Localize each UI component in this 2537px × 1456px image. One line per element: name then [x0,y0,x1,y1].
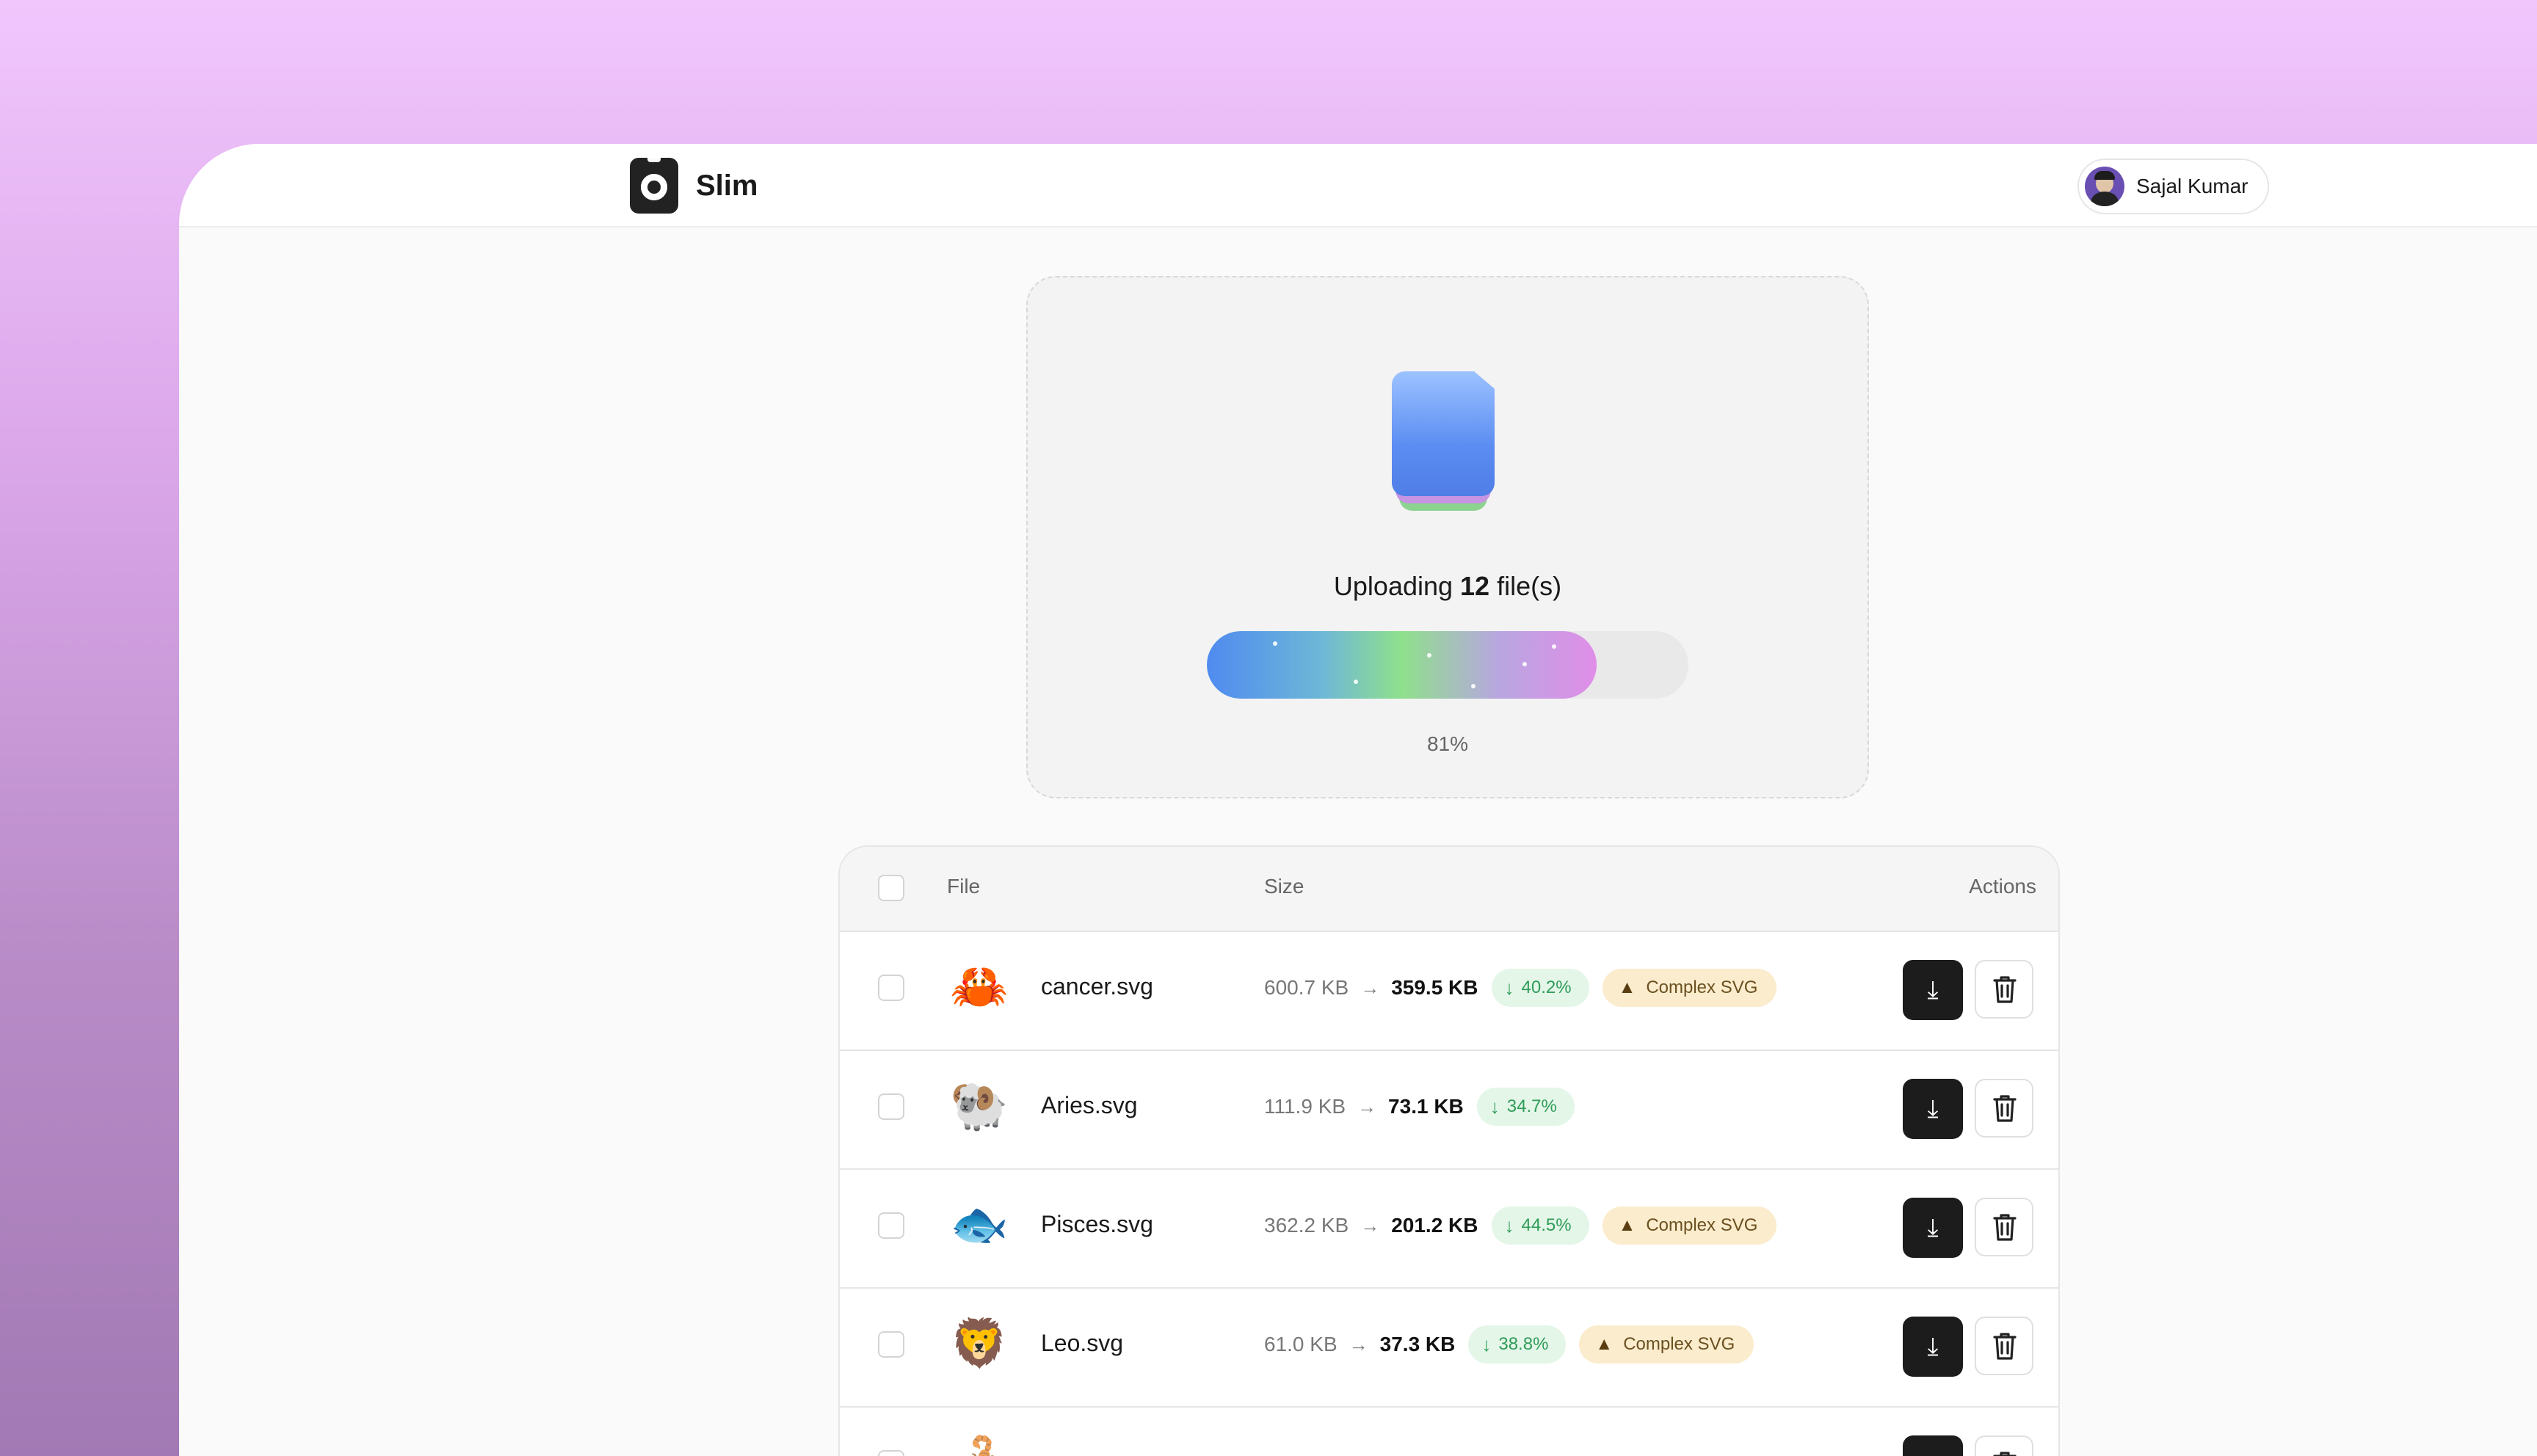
delete-button[interactable] [1975,1317,2033,1375]
file-size-info: 600.7 KB → 359.5 KB ↓ 40.2% ▲ Complex SVG [1264,967,1777,1008]
arrow-right-icon: → [1360,976,1380,999]
scorpion-icon: 🦂 [950,1433,1009,1456]
trash-icon [1993,976,2017,1003]
trash-icon [1993,1095,2017,1122]
files-table: File Size Actions 🦀 cancer.svg 600.7 KB → 35… [838,845,2060,1456]
avatar [2085,167,2124,206]
table-row[interactable]: 🦀 cancer.svg 600.7 KB → 359.5 KB ↓ 40.2% ▲ Compl… [840,931,2058,1051]
warning-icon: ▲ [1618,978,1636,997]
file-name: cancer.svg [1041,973,1153,1000]
original-size: 111.9 KB [1264,1095,1346,1118]
table-header: File Size Actions [840,847,2058,932]
reduction-badge: ↓ 34.7% [1476,1088,1575,1126]
column-header-actions: Actions [1969,875,2036,898]
arrow-right-icon: → [1360,1214,1380,1237]
reduction-percent: 34.7% [1506,1096,1557,1116]
arrow-down-icon: ↓ [1481,1333,1492,1355]
delete-button[interactable] [1975,960,2033,1019]
original-size: 600.7 KB [1264,976,1349,999]
compressed-size: 201.2 KB [1391,1214,1478,1237]
reduction-badge: ↓ 38.8% [1468,1325,1567,1364]
upload-progress-fill [1207,631,1597,699]
trash-icon [1993,1214,2017,1241]
download-button[interactable]: ⤓ [1903,1198,1963,1258]
app-window: Slim Sajal Kumar Uploading 12 file(s) 81… [179,144,2537,1456]
upload-status-text: Uploading 12 file(s) [1028,571,1868,602]
warning-label: Complex SVG [1646,1215,1758,1235]
delete-button[interactable] [1975,1198,2033,1256]
user-menu-button[interactable]: Sajal Kumar [2077,159,2269,214]
ram-icon: 🐏 [950,1079,1009,1132]
column-header-size: Size [1264,875,1304,898]
download-button[interactable]: ⤓ [1903,1435,1963,1456]
table-row[interactable]: 🐟 Pisces.svg 362.2 KB → 201.2 KB ↓ 44.5% ▲ Compl… [840,1168,2058,1289]
upload-label-prefix: Uploading [1333,571,1461,601]
complex-svg-badge: ▲ Complex SVG [1602,1206,1777,1245]
warning-label: Complex SVG [1646,978,1758,997]
app-name: Slim [696,169,758,202]
reduction-percent: 40.2% [1521,978,1572,997]
fish-icon: 🐟 [950,1198,1009,1251]
row-checkbox[interactable] [878,1450,904,1456]
arrow-right-icon: → [1357,1095,1377,1118]
trash-icon [1993,1452,2017,1456]
lion-icon: 🦁 [950,1317,1009,1369]
reduction-percent: 44.5% [1521,1215,1572,1235]
reduction-percent: 38.8% [1498,1334,1549,1354]
reduction-badge: ↓ 44.5% [1491,1206,1589,1245]
compressed-size: 359.5 KB [1391,976,1478,999]
column-header-file: File [947,875,981,898]
row-checkbox[interactable] [878,1212,904,1239]
download-button[interactable]: ⤓ [1903,1079,1963,1139]
arrow-down-icon: ↓ [1504,1214,1514,1237]
compressed-size: 37.3 KB [1379,1333,1456,1355]
original-size: 362.2 KB [1264,1214,1349,1237]
file-size-info: 111.9 KB → 73.1 KB ↓ 34.7% [1264,1086,1575,1127]
crab-icon: 🦀 [950,960,1009,1013]
warning-icon: ▲ [1595,1334,1614,1354]
arrow-right-icon: → [1349,1333,1368,1355]
complex-svg-badge: ▲ Complex SVG [1602,969,1777,1007]
file-name: Leo.svg [1041,1330,1124,1356]
file-stack-icon [1392,371,1502,518]
user-name: Sajal Kumar [2136,175,2249,197]
upload-file-count: 12 [1460,571,1490,601]
arrow-down-icon: ↓ [1489,1095,1500,1118]
compressed-size: 73.1 KB [1388,1095,1464,1118]
select-all-checkbox[interactable] [878,875,904,901]
top-bar: Slim Sajal Kumar [179,144,2537,228]
file-size-info: 362.2 KB → 201.2 KB ↓ 44.5% ▲ Complex SVG [1264,1205,1777,1246]
camera-logo-icon [630,158,678,214]
trash-icon [1993,1333,2017,1360]
row-checkbox[interactable] [878,975,904,1001]
upload-dropzone[interactable]: Uploading 12 file(s) 81% [1026,276,1869,798]
table-row[interactable]: 🦂⤓ [840,1406,2058,1456]
table-row[interactable]: 🐏 Aries.svg 111.9 KB → 73.1 KB ↓ 34.7% ⤓ [840,1049,2058,1170]
upload-label-suffix: file(s) [1489,571,1562,601]
warning-icon: ▲ [1618,1215,1636,1235]
table-row[interactable]: 🦁 Leo.svg 61.0 KB → 37.3 KB ↓ 38.8% ▲ Complex SV… [840,1287,2058,1408]
upload-progress-bar [1207,631,1688,699]
arrow-down-icon: ↓ [1504,976,1514,999]
brand[interactable]: Slim [630,157,758,214]
row-checkbox[interactable] [878,1093,904,1120]
download-button[interactable]: ⤓ [1903,960,1963,1020]
file-size-info: 61.0 KB → 37.3 KB ↓ 38.8% ▲ Complex SVG [1264,1324,1754,1365]
original-size: 61.0 KB [1264,1333,1338,1355]
upload-progress-percent: 81% [1426,732,1469,755]
delete-button[interactable] [1975,1079,2033,1138]
reduction-badge: ↓ 40.2% [1491,969,1589,1007]
download-button[interactable]: ⤓ [1903,1317,1963,1377]
delete-button[interactable] [1975,1435,2033,1456]
complex-svg-badge: ▲ Complex SVG [1579,1325,1754,1364]
file-name: Pisces.svg [1041,1211,1153,1237]
row-checkbox[interactable] [878,1331,904,1358]
warning-label: Complex SVG [1623,1334,1735,1354]
file-name: Aries.svg [1041,1092,1138,1118]
